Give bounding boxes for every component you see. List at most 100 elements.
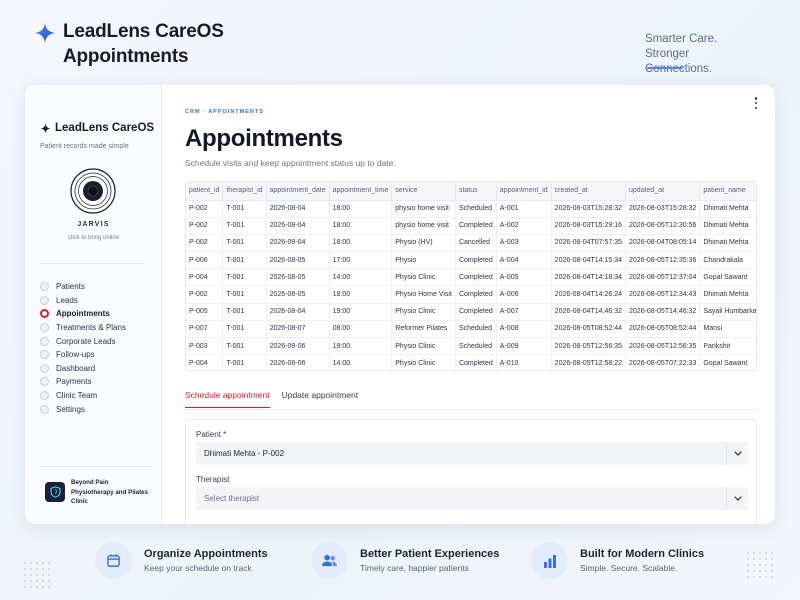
hero-page-title: Appointments — [63, 46, 189, 67]
column-header[interactable]: created_at — [551, 182, 627, 201]
table-cell: 2026-08-05T12:34:43 — [625, 285, 701, 304]
table-row[interactable]: P-007 T-001 2026-08-07 08:00 Reformer Pilate… — [186, 320, 756, 339]
sidebar-item-label: Dashboard — [56, 363, 96, 373]
breadcrumb: CRM · APPOINTMENTS — [185, 109, 264, 115]
table-cell: A-003 — [496, 234, 552, 253]
column-header[interactable]: appointment_id — [496, 182, 552, 201]
table-cell: 18:00 — [329, 285, 393, 304]
therapist-select[interactable]: Select therapist — [196, 487, 748, 510]
radio-dot-icon — [40, 282, 49, 292]
jarvis-assistant-orb-icon[interactable] — [70, 168, 116, 214]
bar-chart-icon — [531, 542, 568, 579]
users-icon — [311, 542, 348, 579]
table-cell: A-002 — [496, 217, 552, 235]
app-window: LeadLens CareOS Patient records made sim… — [25, 85, 775, 524]
sidebar-item-leads[interactable]: Leads — [40, 294, 126, 308]
assistant-hint[interactable]: click to bring online — [25, 235, 162, 241]
column-header[interactable]: appointment_time — [329, 182, 393, 201]
table-cell: 2026-08-03T15:28:32 — [551, 200, 627, 218]
table-cell: Physio Clinic — [391, 303, 456, 321]
table-cell: 14:00 — [329, 354, 393, 370]
table-cell: A-010 — [496, 354, 552, 370]
therapist-label: Therapist — [196, 475, 230, 484]
table-cell: Mansi — [699, 320, 756, 339]
sidebar-item-settings[interactable]: Settings — [40, 402, 126, 416]
patient-select[interactable]: Dhimati Mehta - P-002 — [196, 442, 748, 465]
table-cell: 2026-08-05T12:56:35 — [625, 337, 701, 356]
table-row[interactable]: P-004 T-001 2026-08-05 14:00 Physio Clinic Co… — [186, 268, 756, 287]
table-cell: A-001 — [496, 200, 552, 218]
sidebar-item-clinic-team[interactable]: Clinic Team — [40, 389, 126, 403]
sidebar-item-treatments-plans[interactable]: Treatments & Plans — [40, 321, 126, 335]
table-cell: 2026-08-04T14:26:24 — [551, 285, 627, 304]
table-cell: Dhimati Mehta — [699, 285, 756, 304]
column-header[interactable]: status — [455, 182, 497, 201]
chevron-down-icon — [726, 442, 748, 465]
table-cell: Dhimati Mehta — [699, 217, 756, 235]
table-cell: 2026-08-05T12:30:56 — [625, 217, 701, 235]
feature-title: Organize Appointments — [144, 548, 268, 560]
column-header[interactable]: patient_name — [699, 182, 756, 201]
sidebar-item-label: Corporate Leads — [56, 336, 116, 346]
sidebar-divider — [40, 466, 152, 467]
table-cell: T-001 — [222, 303, 267, 321]
table-cell: P-005 — [186, 303, 224, 321]
sidebar: LeadLens CareOS Patient records made sim… — [25, 85, 162, 524]
column-header[interactable]: therapist_id — [222, 182, 267, 201]
table-cell: T-001 — [222, 337, 267, 356]
patient-select-value: Dhimati Mehta - P-002 — [204, 449, 285, 458]
sidebar-item-follow-ups[interactable]: Follow-ups — [40, 348, 126, 362]
sidebar-subtitle: Patient records made simple — [40, 143, 129, 150]
feature-built-for-modern-clinics: Built for Modern Clinics Simple. Secure.… — [531, 542, 704, 579]
sidebar-item-patients[interactable]: Patients — [40, 280, 126, 294]
column-header[interactable]: patient_id — [186, 182, 224, 201]
table-cell: 17:00 — [329, 251, 393, 270]
table-cell: P-002 — [186, 285, 224, 304]
sidebar-brand: LeadLens CareOS — [40, 122, 154, 134]
sidebar-item-appointments[interactable]: Appointments — [40, 307, 126, 321]
tab-update-appointment[interactable]: Update appointment — [282, 390, 359, 408]
table-cell: Completed — [455, 303, 497, 321]
table-row[interactable]: P-002 T-001 2026-08-05 18:00 Physio Home Vis… — [186, 285, 756, 304]
radio-dot-icon — [40, 404, 49, 414]
column-header[interactable]: service — [391, 182, 456, 201]
more-options-icon[interactable] — [751, 97, 761, 109]
table-row[interactable]: P-006 T-001 2026-08-05 17:00 Physio Completed… — [186, 251, 756, 270]
main-content: CRM · APPOINTMENTS Appointments Schedule… — [162, 85, 775, 524]
table-cell: T-001 — [222, 234, 267, 253]
column-header[interactable]: appointment_date — [266, 182, 330, 201]
feature-subtitle: Timely care, happier patients — [360, 563, 469, 573]
sidebar-item-label: Settings — [56, 404, 85, 414]
column-header[interactable]: updated_at — [625, 182, 701, 201]
schedule-form: Patient * Dhimati Mehta - P-002 Therapis… — [185, 419, 757, 524]
tab-schedule-appointment[interactable]: Schedule appointment — [185, 390, 270, 408]
table-cell: 18:00 — [329, 217, 393, 235]
table-cell: 2026-08-05T12:58:22 — [551, 354, 627, 370]
table-cell: Gopal Sawant — [699, 268, 756, 287]
feature-title: Built for Modern Clinics — [580, 548, 705, 560]
table-cell: 2026-08-05T12:37:04 — [625, 268, 701, 287]
table-row[interactable]: P-004 T-001 2026-08-06 14:00 Physio Clinic Co… — [186, 354, 756, 370]
sidebar-brand-label: LeadLens CareOS — [55, 122, 155, 134]
radio-dot-icon — [40, 377, 49, 387]
table-cell: 2026-08-04 — [266, 234, 330, 253]
table-header-row: patient_id therapist_id appointment_date… — [186, 182, 756, 201]
table-cell: P-007 — [186, 320, 224, 339]
table-cell: T-001 — [222, 200, 267, 218]
table-row[interactable]: P-003 T-001 2026-08-06 19:00 Physio Clinic Sc… — [186, 337, 756, 356]
sidebar-item-payments[interactable]: Payments — [40, 375, 126, 389]
table-cell: 2026-08-04T07:57:35 — [551, 234, 627, 253]
table-cell: 18:00 — [329, 200, 393, 218]
table-row[interactable]: P-002 T-001 2026-08-04 18:00 Physio (HV) Canc… — [186, 234, 756, 253]
sidebar-item-dashboard[interactable]: Dashboard — [40, 362, 126, 376]
table-row[interactable]: P-005 T-001 2026-08-04 19:00 Physio Clinic Co… — [186, 303, 756, 321]
feature-better-patient-experiences: Better Patient Experiences Timely care, … — [311, 542, 499, 579]
table-cell: P-004 — [186, 268, 224, 287]
table-row[interactable]: P-002 T-001 2026-08-04 18:00 physio home vis… — [186, 217, 756, 235]
table-cell: 2026-08-04 — [266, 200, 330, 218]
table-row[interactable]: P-002 T-001 2026-08-04 18:00 physio home vis… — [186, 200, 756, 218]
sidebar-item-corporate-leads[interactable]: Corporate Leads — [40, 334, 126, 348]
table-cell: 2026-08-05 — [266, 285, 330, 304]
table-cell: 08:00 — [329, 320, 393, 339]
table-cell: 2026-08-04T14:18:34 — [551, 268, 627, 287]
